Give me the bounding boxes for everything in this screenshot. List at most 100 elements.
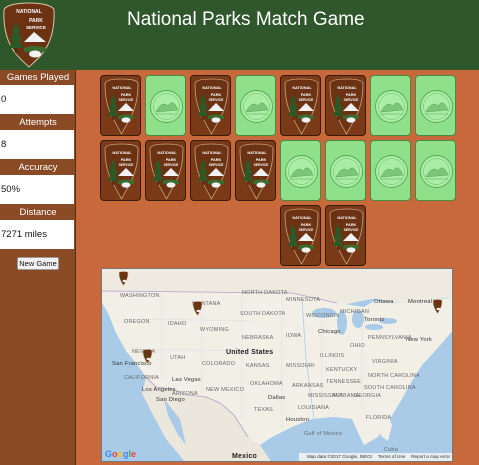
distance-traveled-value: 7271 miles bbox=[0, 220, 74, 249]
map-label-mexico: Mexico bbox=[232, 453, 257, 460]
park-marker-icon[interactable] bbox=[432, 299, 443, 314]
svg-text:SERVICE: SERVICE bbox=[254, 163, 270, 167]
svg-text:SERVICE: SERVICE bbox=[119, 163, 135, 167]
card-face-down[interactable]: NATIONAL PARK SERVICE bbox=[325, 75, 366, 136]
card-matched[interactable] bbox=[145, 75, 186, 136]
accuracy-value: 50% bbox=[0, 175, 74, 204]
card-matched[interactable] bbox=[415, 75, 456, 136]
card-matched[interactable] bbox=[235, 75, 276, 136]
svg-text:NATIONAL: NATIONAL bbox=[112, 151, 132, 155]
map-label-kansas: KANSAS bbox=[246, 363, 270, 369]
map-label-chicago: Chicago bbox=[318, 329, 341, 335]
map-label-montreal: Montreal bbox=[408, 299, 433, 305]
card-face-down[interactable]: NATIONAL PARK SERVICE bbox=[280, 205, 321, 266]
map-label-united-states: United States bbox=[226, 349, 274, 356]
card-face-down[interactable]: NATIONAL PARK SERVICE bbox=[325, 205, 366, 266]
card-face-down[interactable]: NATIONAL PARK SERVICE bbox=[235, 140, 276, 201]
park-marker-icon[interactable] bbox=[192, 301, 203, 316]
map-label-los-angeles: Los Angeles bbox=[142, 387, 176, 393]
map-label-wyoming: WYOMING bbox=[200, 327, 229, 333]
map-label-ohio: OHIO bbox=[350, 343, 365, 349]
card-face-down[interactable]: NATIONAL PARK SERVICE bbox=[100, 75, 141, 136]
map-label-dallas: Dallas bbox=[268, 395, 286, 401]
map-label-wisconsin: WISCONSIN bbox=[306, 313, 340, 319]
map-label-san-diego: San Diego bbox=[156, 397, 185, 403]
attempts-value: 8 bbox=[0, 130, 74, 159]
svg-text:PARK: PARK bbox=[301, 93, 312, 97]
svg-text:SERVICE: SERVICE bbox=[164, 163, 180, 167]
svg-text:NATIONAL: NATIONAL bbox=[292, 216, 312, 220]
svg-text:PARK: PARK bbox=[301, 223, 312, 227]
map-label-louisiana: LOUISIANA bbox=[298, 405, 330, 411]
map-label-pennsylvania: PENNSYLVANIA bbox=[368, 335, 412, 341]
svg-text:NATIONAL: NATIONAL bbox=[202, 86, 222, 90]
map-label-washington: WASHINGTON bbox=[120, 293, 160, 299]
svg-text:SERVICE: SERVICE bbox=[344, 98, 360, 102]
svg-text:NATIONAL: NATIONAL bbox=[247, 151, 267, 155]
svg-text:SERVICE: SERVICE bbox=[209, 98, 225, 102]
accuracy-label: Accuracy bbox=[18, 162, 58, 173]
svg-text:NATIONAL: NATIONAL bbox=[202, 151, 222, 155]
map-label-south-dakota: SOUTH DAKOTA bbox=[240, 311, 286, 317]
map-label-new-mexico: NEW MEXICO bbox=[206, 387, 245, 393]
map-label-north-dakota: NORTH DAKOTA bbox=[242, 290, 288, 296]
svg-text:SERVICE: SERVICE bbox=[209, 163, 225, 167]
map-label-california: CALIFORNIA bbox=[124, 375, 160, 381]
map-label-colorado: COLORADO bbox=[202, 361, 236, 367]
map-footer: Map data ©2017 Google, INEGI Terms of Use… bbox=[298, 453, 452, 461]
svg-text:PARK: PARK bbox=[121, 158, 132, 162]
games-played-value: 0 bbox=[0, 85, 74, 114]
map-label-tennessee: TENNESSEE bbox=[326, 379, 362, 385]
card-matched[interactable] bbox=[280, 140, 321, 201]
attempts-label: Attempts bbox=[19, 117, 57, 128]
card-face-down[interactable]: NATIONAL PARK SERVICE bbox=[190, 140, 231, 201]
card-face-down[interactable]: NATIONAL PARK SERVICE bbox=[280, 75, 321, 136]
map[interactable]: WASHINGTON MONTANA NORTH DAKOTA MINNESOT… bbox=[101, 268, 453, 462]
terms-of-use-link[interactable]: Terms of Use bbox=[378, 454, 405, 459]
svg-text:NATIONAL: NATIONAL bbox=[292, 86, 312, 90]
map-label-ottawa: Ottawa bbox=[374, 299, 394, 305]
map-label-oregon: OREGON bbox=[124, 319, 150, 325]
map-label-texas: TEXAS bbox=[254, 407, 274, 413]
report-map-error-link[interactable]: Report a map error bbox=[411, 454, 450, 459]
map-label-michigan: MICHIGAN bbox=[340, 309, 370, 315]
card-matched[interactable] bbox=[370, 75, 411, 136]
svg-text:PARK: PARK bbox=[346, 223, 357, 227]
card-face-down[interactable]: NATIONAL PARK SERVICE bbox=[100, 140, 141, 201]
map-label-arkansas: ARKANSAS bbox=[292, 383, 324, 389]
card-matched[interactable] bbox=[370, 140, 411, 201]
google-logo: Google bbox=[105, 449, 137, 459]
map-label-georgia: GEORGIA bbox=[354, 393, 382, 399]
svg-text:PARK: PARK bbox=[256, 158, 267, 162]
map-label-oklahoma: OKLAHOMA bbox=[250, 381, 283, 387]
games-played-label: Games Played bbox=[6, 72, 70, 83]
park-marker-icon[interactable] bbox=[118, 271, 129, 286]
page-title: National Parks Match Game bbox=[127, 9, 365, 30]
park-marker-icon[interactable] bbox=[142, 349, 153, 364]
map-label-houston: Houston bbox=[286, 417, 309, 423]
svg-text:PARK: PARK bbox=[121, 93, 132, 97]
map-label-south-carolina: SOUTH CAROLINA bbox=[364, 385, 416, 391]
map-label-utah: UTAH bbox=[170, 355, 186, 361]
svg-text:NATIONAL: NATIONAL bbox=[16, 9, 41, 15]
card-matched[interactable] bbox=[415, 140, 456, 201]
card-face-down[interactable]: NATIONAL PARK SERVICE bbox=[190, 75, 231, 136]
svg-text:NATIONAL: NATIONAL bbox=[337, 86, 357, 90]
map-label-nebraska: NEBRASKA bbox=[242, 335, 274, 341]
map-label-idaho: IDAHO bbox=[168, 321, 187, 327]
map-label-gulf-of-mexico: Gulf of Mexico bbox=[304, 431, 342, 437]
svg-text:PARK: PARK bbox=[29, 18, 43, 24]
card-matched[interactable] bbox=[325, 140, 366, 201]
svg-text:PARK: PARK bbox=[211, 93, 222, 97]
map-label-florida: FLORIDA bbox=[366, 415, 392, 421]
svg-text:SERVICE: SERVICE bbox=[344, 228, 360, 232]
distance-traveled-label: Distance Traveled bbox=[19, 207, 57, 233]
svg-text:SERVICE: SERVICE bbox=[119, 98, 135, 102]
map-label-illinois: ILLINOIS bbox=[320, 353, 345, 359]
card-face-down[interactable]: NATIONAL PARK SERVICE bbox=[145, 140, 186, 201]
map-label-las-vegas: Las Vegas bbox=[172, 377, 201, 383]
header: NATIONAL PARK SERVICE National Parks Mat… bbox=[0, 0, 479, 70]
map-label-missouri: MISSOURI bbox=[286, 363, 315, 369]
svg-text:NATIONAL: NATIONAL bbox=[157, 151, 177, 155]
new-game-button[interactable]: New Game bbox=[17, 257, 59, 270]
